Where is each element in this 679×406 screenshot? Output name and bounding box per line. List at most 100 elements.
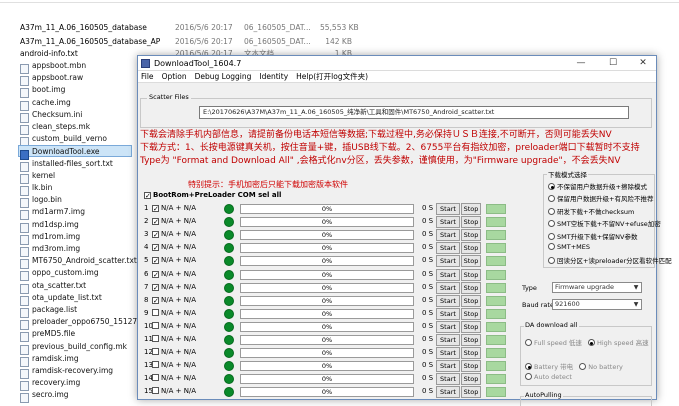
- port-checkbox[interactable]: ✓: [152, 218, 159, 226]
- download-mode-option[interactable]: SMT空板下载+不留NV+efuse加密: [548, 218, 661, 228]
- mode-radio[interactable]: [548, 195, 555, 203]
- start-button[interactable]: Start: [436, 320, 460, 333]
- progress-bar: 0%: [240, 269, 414, 280]
- port-checkbox[interactable]: ✓: [152, 244, 159, 252]
- close-icon[interactable]: ✕: [632, 57, 654, 69]
- port-info: N/A + N/A: [152, 348, 196, 356]
- mode-radio[interactable]: [548, 183, 555, 190]
- elapsed-seconds: 0 S: [422, 348, 434, 357]
- port-info: N/A + N/A: [152, 335, 196, 343]
- start-button[interactable]: Start: [436, 373, 460, 386]
- type-baud-group: Type Firmware upgrade ▼ Baud rate 921600 ▼: [518, 272, 655, 318]
- download-mode-option[interactable]: 不保留用户数据升级+擦除模式: [548, 181, 647, 191]
- port-checkbox[interactable]: ✓: [152, 257, 159, 265]
- stop-button[interactable]: Stop: [461, 229, 481, 242]
- port-checkbox[interactable]: [152, 335, 159, 342]
- stop-button[interactable]: Stop: [461, 347, 481, 360]
- mode-radio[interactable]: [548, 257, 555, 265]
- stop-button[interactable]: Stop: [461, 360, 481, 373]
- start-button[interactable]: Start: [436, 229, 460, 242]
- mode-radio[interactable]: [548, 207, 555, 215]
- battery-radio[interactable]: [525, 363, 532, 370]
- bootrom-select-all[interactable]: ✓ BootRom+PreLoader COM sel all: [144, 191, 281, 200]
- bootrom-checkbox[interactable]: ✓: [144, 192, 151, 200]
- stop-button[interactable]: Stop: [461, 203, 481, 215]
- port-checkbox[interactable]: [152, 387, 159, 395]
- start-button[interactable]: Start: [436, 360, 460, 373]
- port-checkbox[interactable]: [152, 348, 159, 356]
- start-button[interactable]: Start: [436, 307, 460, 320]
- baud-dropdown[interactable]: 921600 ▼: [552, 299, 642, 310]
- start-button[interactable]: Start: [436, 386, 460, 399]
- mode-radio[interactable]: [548, 232, 555, 240]
- status-dot-icon: [224, 321, 234, 332]
- port-checkbox[interactable]: ✓: [152, 231, 159, 239]
- stop-button[interactable]: Stop: [461, 320, 481, 333]
- stop-button[interactable]: Stop: [461, 268, 481, 281]
- mode-radio[interactable]: [548, 220, 555, 228]
- maximize-icon[interactable]: ☐: [602, 57, 624, 69]
- port-checkbox[interactable]: [152, 361, 159, 369]
- start-button[interactable]: Start: [436, 203, 460, 215]
- mode-label: 回读分区+读preloader分区看软件匹配: [557, 257, 672, 266]
- file-row[interactable]: DownloadTool.exe: [18, 145, 132, 161]
- port-info: ✓ N/A + N/A: [152, 217, 196, 226]
- menu-identity[interactable]: Identity: [259, 72, 288, 81]
- start-button[interactable]: Start: [436, 281, 460, 294]
- result-indicator: [486, 230, 506, 241]
- full-speed-radio[interactable]: [525, 339, 532, 346]
- stop-button[interactable]: Stop: [461, 255, 481, 268]
- port-checkbox[interactable]: [152, 374, 159, 382]
- start-button[interactable]: Start: [436, 242, 460, 255]
- stop-button[interactable]: Stop: [461, 307, 481, 320]
- port-checkbox[interactable]: ✓: [152, 270, 159, 278]
- download-mode-option[interactable]: SMT升级下载+保留NV参数: [548, 231, 637, 241]
- port-info: N/A + N/A: [152, 321, 196, 330]
- download-port-row: 11 N/A + N/A 0% 0 S Start Stop: [144, 334, 514, 347]
- elapsed-seconds: 0 S: [422, 217, 434, 226]
- start-button[interactable]: Start: [436, 294, 460, 307]
- auto-detect-radio[interactable]: [525, 373, 532, 380]
- status-dot-icon: [224, 295, 234, 306]
- scatter-path-field[interactable]: E:\20170626\A37M\A37m_11_A.06_160505_纯净新…: [199, 106, 629, 119]
- download-port-row: 12 N/A + N/A 0% 0 S Start Stop: [144, 347, 514, 360]
- stop-button[interactable]: Stop: [461, 242, 481, 255]
- menu-help[interactable]: Help(打开log文件夹): [296, 71, 368, 82]
- result-indicator: [486, 243, 506, 254]
- stop-button[interactable]: Stop: [461, 281, 481, 294]
- port-checkbox[interactable]: ✓: [152, 205, 159, 213]
- download-port-row: 7 ✓ N/A + N/A 0% 0 S Start Stop: [144, 281, 514, 295]
- download-mode-option[interactable]: 研发下载+不做checksum: [548, 206, 634, 216]
- mode-radio[interactable]: [548, 243, 555, 250]
- start-button[interactable]: Start: [436, 347, 460, 360]
- stop-button[interactable]: Stop: [461, 334, 481, 346]
- port-checkbox[interactable]: [152, 321, 159, 329]
- no-battery-radio[interactable]: [579, 363, 587, 370]
- menu-option[interactable]: Option: [162, 72, 187, 81]
- port-checkbox[interactable]: ✓: [152, 296, 159, 304]
- start-button[interactable]: Start: [436, 268, 460, 281]
- start-button[interactable]: Start: [436, 216, 460, 229]
- port-info: ✓ N/A + N/A: [152, 283, 196, 291]
- title-bar[interactable]: DownloadTool_1604.7 — ☐ ✕: [138, 56, 656, 71]
- stop-button[interactable]: Stop: [461, 386, 481, 399]
- stop-button[interactable]: Stop: [461, 294, 481, 307]
- result-indicator: [486, 335, 506, 345]
- elapsed-seconds: 0 S: [422, 374, 434, 383]
- download-mode-option[interactable]: 回读分区+读preloader分区看软件匹配: [548, 255, 672, 265]
- download-mode-option[interactable]: SMT+MES: [548, 243, 590, 251]
- download-mode-option[interactable]: 保留用户数据升级+有风险不推荐: [548, 193, 653, 203]
- menu-debug-logging[interactable]: Debug Logging: [195, 72, 252, 81]
- minimize-icon[interactable]: —: [570, 57, 592, 69]
- type-dropdown[interactable]: Firmware upgrade ▼: [552, 282, 642, 293]
- port-checkbox[interactable]: ✓: [152, 283, 159, 291]
- download-port-row: 3 ✓ N/A + N/A 0% 0 S Start Stop: [144, 229, 514, 242]
- high-speed-radio[interactable]: [587, 339, 595, 346]
- baud-label: Baud rate: [522, 301, 554, 309]
- stop-button[interactable]: Stop: [461, 216, 481, 229]
- stop-button[interactable]: Stop: [461, 373, 481, 386]
- start-button[interactable]: Start: [436, 255, 460, 268]
- menu-file[interactable]: File: [141, 72, 154, 81]
- start-button[interactable]: Start: [436, 334, 460, 346]
- port-checkbox[interactable]: [152, 308, 159, 316]
